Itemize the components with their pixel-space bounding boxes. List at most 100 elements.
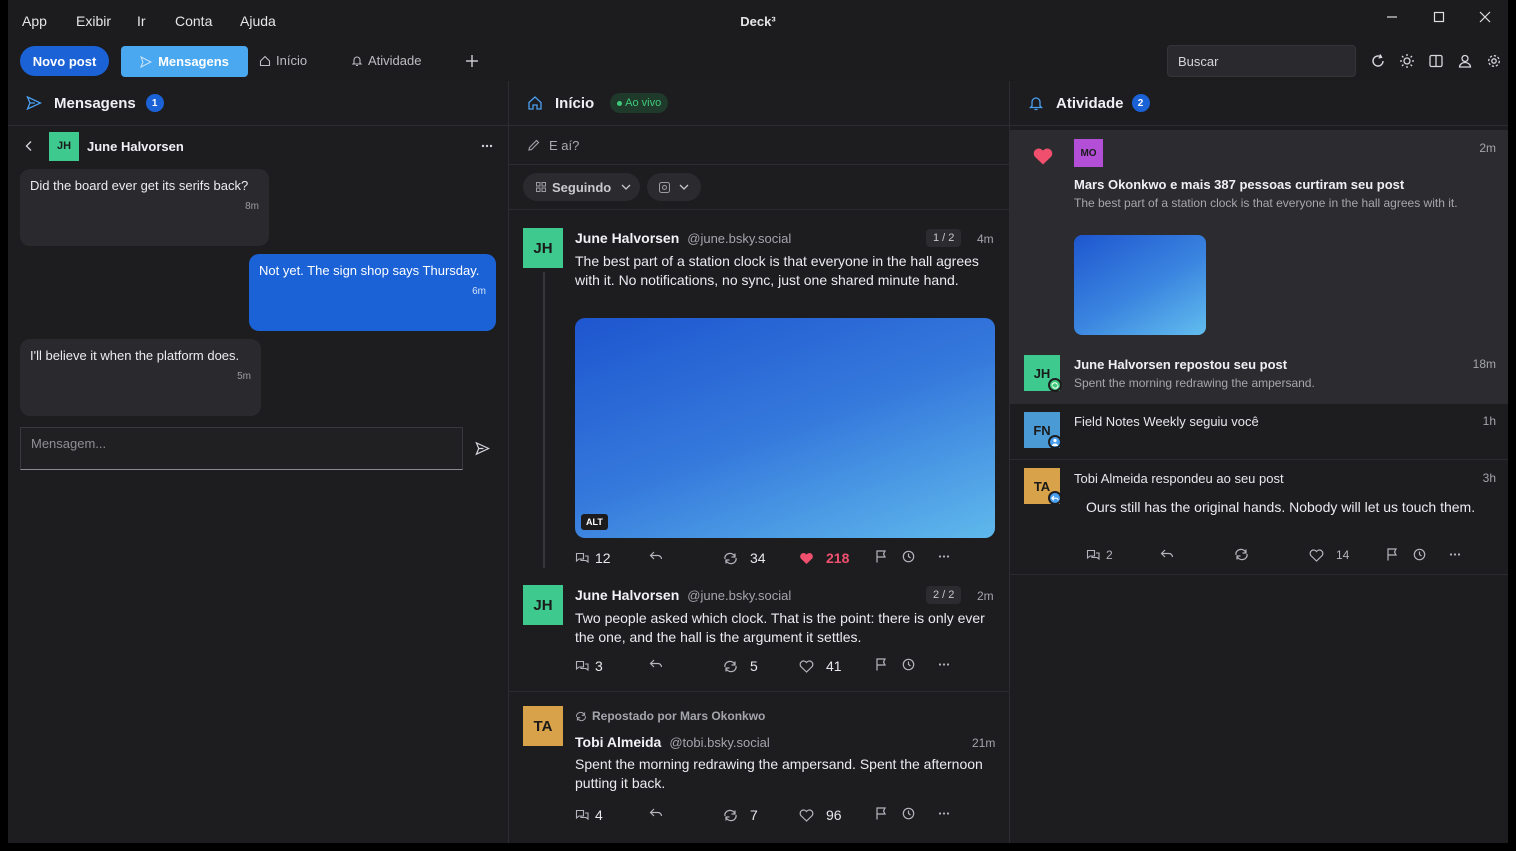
author-name[interactable]: June Halvorsen	[575, 230, 679, 246]
activity-item-like[interactable]: MO 2m Mars Okonkwo e mais 387 pessoas cu…	[1010, 130, 1508, 353]
message-bubble-received: Did the board ever get its serifs back? …	[20, 169, 269, 246]
reply-arrow-icon	[1160, 549, 1174, 558]
more-options-icon[interactable]	[480, 139, 494, 153]
heart-icon	[1309, 548, 1324, 562]
message-text: Not yet. The sign shop says Thursday.	[259, 263, 480, 278]
theme-sun-icon[interactable]	[1398, 52, 1416, 70]
reply-button[interactable]	[1160, 548, 1174, 560]
feed-post[interactable]: JH June Halvorsen @june.bsky.social 2 / …	[509, 572, 1009, 691]
comments-icon	[575, 809, 589, 822]
post-image-thumbnail[interactable]	[1074, 235, 1206, 335]
schedule-button[interactable]	[902, 550, 915, 563]
new-post-button[interactable]: Novo post	[20, 46, 109, 76]
reply-count: 2	[1106, 548, 1113, 562]
repost-button[interactable]: 5	[723, 658, 758, 674]
conversation-header: JH June Halvorsen	[8, 127, 508, 165]
avatar[interactable]: TA	[523, 706, 563, 746]
comments-icon	[1086, 549, 1100, 562]
grid-icon	[536, 182, 546, 192]
feed-post[interactable]: JH June Halvorsen @june.bsky.social 1 / …	[509, 210, 1009, 572]
column-title: Início	[555, 94, 595, 112]
avatar[interactable]: JH	[523, 585, 563, 625]
feed-filter-select[interactable]: Seguindo	[523, 173, 640, 201]
alt-text-badge[interactable]: ALT	[581, 514, 608, 530]
columns-icon[interactable]	[1427, 52, 1445, 70]
reply-arrow-icon	[649, 659, 663, 668]
repost-button[interactable]: 7	[723, 807, 758, 823]
schedule-button[interactable]	[902, 807, 915, 820]
search-input[interactable]: Buscar	[1167, 45, 1356, 77]
heart-filled-icon	[1032, 147, 1054, 166]
avatar[interactable]: JH	[523, 228, 563, 268]
media-filter-select[interactable]	[647, 173, 701, 201]
clock-icon	[902, 807, 915, 820]
report-button[interactable]	[875, 658, 887, 671]
add-tab-icon[interactable]	[465, 54, 479, 68]
repost-button[interactable]	[1234, 548, 1249, 561]
activity-time: 18m	[1472, 357, 1496, 371]
author-name[interactable]: Tobi Almeida	[575, 734, 661, 750]
more-options-icon[interactable]	[1448, 548, 1462, 561]
post-image[interactable]: ALT	[575, 318, 995, 538]
chevron-down-icon	[679, 183, 689, 191]
reply-arrow-icon	[649, 551, 663, 560]
activity-item-reply[interactable]: TA 3h Tobi Almeida respondeu ao seu post…	[1010, 460, 1508, 575]
activity-item-follow[interactable]: FN 1h Field Notes Weekly seguiu você	[1010, 404, 1508, 459]
message-text: Did the board ever get its serifs back?	[30, 178, 249, 193]
compose-bar[interactable]: E aí?	[509, 126, 1009, 165]
reply-count-button[interactable]: 3	[575, 658, 603, 674]
live-label: Ao vivo	[625, 97, 662, 109]
reply-count-button[interactable]: 4	[575, 807, 603, 823]
tab-atividade[interactable]: Atividade	[351, 53, 421, 68]
report-button[interactable]	[875, 807, 887, 820]
reply-count-button[interactable]: 12	[575, 550, 611, 566]
send-message-icon[interactable]	[475, 441, 490, 456]
schedule-button[interactable]	[902, 658, 915, 671]
repost-button[interactable]: 34	[723, 550, 766, 566]
report-button[interactable]	[875, 550, 887, 563]
bell-icon	[351, 55, 363, 67]
minimize-icon[interactable]	[1377, 8, 1407, 26]
follow-badge-icon	[1048, 435, 1062, 449]
more-options-icon[interactable]	[937, 658, 951, 671]
close-icon[interactable]	[1470, 8, 1500, 26]
post-time: 21m	[972, 736, 996, 750]
activity-time: 1h	[1482, 414, 1496, 428]
author-handle[interactable]: @june.bsky.social	[687, 588, 791, 603]
tab-inicio[interactable]: Início	[259, 53, 307, 68]
maximize-icon[interactable]	[1424, 8, 1454, 26]
like-button[interactable]: 14	[1309, 548, 1349, 562]
activity-column: Atividade 2 MO 2m Mars Okonkwo e mais 38…	[1010, 81, 1508, 843]
reply-button[interactable]	[649, 807, 663, 819]
clock-icon	[902, 658, 915, 671]
like-button[interactable]: 41	[799, 658, 842, 674]
activity-title: Tobi Almeida respondeu ao seu post	[1074, 471, 1284, 486]
refresh-icon[interactable]	[1369, 52, 1387, 70]
more-options-icon[interactable]	[937, 807, 951, 820]
reply-count-button[interactable]: 2	[1086, 548, 1113, 562]
author-name[interactable]: June Halvorsen	[575, 587, 679, 603]
activity-item-repost[interactable]: JH 18m June Halvorsen repostou seu post …	[1010, 353, 1508, 403]
contact-name[interactable]: June Halvorsen	[87, 139, 184, 154]
back-chevron-icon[interactable]	[24, 140, 34, 152]
thread-line	[543, 272, 545, 568]
bell-icon	[1028, 95, 1044, 111]
reply-button[interactable]	[649, 658, 663, 670]
report-button[interactable]	[1386, 548, 1398, 561]
reply-button[interactable]	[649, 550, 663, 562]
like-button[interactable]: 218	[799, 550, 849, 566]
tab-mensagens[interactable]: Mensagens	[121, 46, 248, 77]
message-text: I'll believe it when the platform does.	[30, 348, 240, 363]
more-options-icon[interactable]	[937, 550, 951, 563]
like-button[interactable]: 96	[799, 807, 842, 823]
settings-gear-icon[interactable]	[1485, 52, 1503, 70]
message-input[interactable]: Mensagem...	[20, 427, 463, 470]
author-handle[interactable]: @june.bsky.social	[687, 231, 791, 246]
feed-post[interactable]: Repostado por Mars Okonkwo TA Tobi Almei…	[509, 692, 1009, 842]
avatar[interactable]: MO	[1074, 139, 1103, 167]
author-handle[interactable]: @tobi.bsky.social	[669, 735, 769, 750]
schedule-button[interactable]	[1413, 548, 1426, 561]
account-icon[interactable]	[1456, 52, 1474, 70]
activity-subtitle: The best part of a station clock is that…	[1074, 196, 1458, 210]
repost-note-text[interactable]: Repostado por Mars Okonkwo	[592, 709, 765, 723]
